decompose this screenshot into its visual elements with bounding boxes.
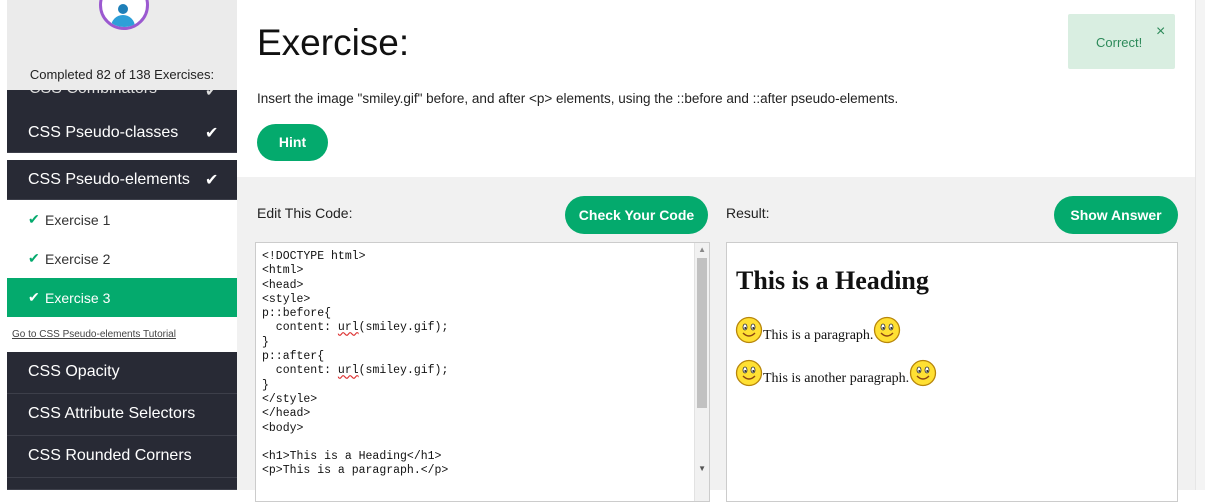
completed-count: Completed 82 of 138 Exercises: — [29, 67, 215, 82]
sidebar-item-css-pseudo-elements[interactable]: CSS Pseudo-elements ✔ — [7, 160, 237, 200]
check-icon: ✔ — [205, 125, 219, 142]
result-paragraph-2: This is another paragraph. — [735, 359, 937, 387]
smiley-icon — [909, 359, 937, 387]
check-your-code-button[interactable]: Check Your Code — [565, 196, 708, 234]
code-editor[interactable]: <!DOCTYPE html> <html> <head> <style> p:… — [255, 242, 710, 502]
smiley-icon — [735, 316, 763, 344]
sidebar-exercise-1[interactable]: ✔ Exercise 1 — [7, 200, 237, 239]
sidebar-item-css-pseudo-classes[interactable]: CSS Pseudo-classes ✔ — [7, 113, 237, 153]
avatar-head — [118, 4, 128, 14]
check-icon: ✔ — [28, 211, 40, 227]
check-icon: ✔ — [205, 172, 219, 189]
tutorial-link-row: Go to CSS Pseudo-elements Tutorial — [7, 318, 237, 352]
close-icon[interactable]: × — [1156, 23, 1165, 41]
workspace: Edit This Code: Check Your Code Result: … — [237, 177, 1195, 502]
sidebar-item-label: CSS Pseudo-elements — [28, 171, 190, 188]
check-icon: ✔ — [205, 90, 218, 100]
show-answer-button[interactable]: Show Answer — [1054, 196, 1178, 234]
sidebar-exercise-2[interactable]: ✔ Exercise 2 — [7, 239, 237, 278]
correct-toast: Correct! × — [1068, 14, 1175, 69]
avatar — [99, 0, 149, 30]
sidebar-progress-panel: Completed 82 of 138 Exercises: — [7, 0, 237, 90]
result-frame: This is a Heading This is a paragraph. T… — [726, 242, 1178, 502]
sidebar-item-css-opacity[interactable]: CSS Opacity — [7, 352, 237, 394]
editor-scrollbar[interactable]: ▲ ▼ — [694, 243, 709, 501]
sidebar-item-css-rounded-corners[interactable]: CSS Rounded Corners — [7, 436, 237, 478]
sidebar-item-next[interactable] — [7, 478, 237, 490]
scrollbar-thumb[interactable] — [697, 258, 707, 408]
scroll-down-arrow-icon[interactable]: ▼ — [698, 464, 706, 473]
avatar-body — [111, 15, 135, 27]
sidebar-exercise-3[interactable]: ✔ Exercise 3 — [7, 278, 237, 317]
paragraph-text: This is another paragraph. — [763, 371, 910, 386]
page-scrollbar[interactable] — [1195, 0, 1205, 490]
result-label: Result: — [726, 205, 770, 221]
code-text[interactable]: <!DOCTYPE html> <html> <head> <style> p:… — [262, 250, 448, 479]
exercise-label: Exercise 1 — [45, 212, 111, 228]
hint-button[interactable]: Hint — [257, 124, 328, 161]
sidebar-item-label: CSS Pseudo-classes — [28, 124, 179, 141]
check-icon: ✔ — [28, 289, 40, 305]
sidebar-item-label: CSS Attribute Selectors — [28, 405, 196, 422]
sidebar-item-label: CSS Rounded Corners — [28, 447, 192, 464]
check-icon: ✔ — [28, 250, 40, 266]
result-paragraph-1: This is a paragraph. — [735, 316, 901, 344]
sidebar-item-css-combinators[interactable]: CSS Combinators ✔ — [7, 90, 237, 113]
page-title: Exercise: — [257, 22, 410, 63]
sidebar-item-css-attribute-selectors[interactable]: CSS Attribute Selectors — [7, 394, 237, 436]
exercise-label: Exercise 2 — [45, 251, 111, 267]
sidebar-item-label: CSS Opacity — [28, 363, 120, 380]
exercise-instruction: Insert the image "smiley.gif" before, an… — [257, 91, 899, 106]
paragraph-text: This is a paragraph. — [763, 328, 874, 343]
scroll-up-arrow-icon[interactable]: ▲ — [698, 245, 706, 254]
exercise-label: Exercise 3 — [45, 290, 111, 306]
sidebar: Completed 82 of 138 Exercises: CSS Combi… — [7, 0, 237, 490]
main-panel: Exercise: Insert the image "smiley.gif" … — [237, 0, 1195, 502]
sidebar-item-label: CSS Combinators — [29, 90, 157, 98]
smiley-icon — [735, 359, 763, 387]
editor-label: Edit This Code: — [257, 205, 353, 221]
result-heading: This is a Heading — [736, 266, 929, 295]
smiley-icon — [873, 316, 901, 344]
tutorial-link[interactable]: Go to CSS Pseudo-elements Tutorial — [12, 329, 176, 340]
toast-message: Correct! — [1096, 35, 1143, 50]
